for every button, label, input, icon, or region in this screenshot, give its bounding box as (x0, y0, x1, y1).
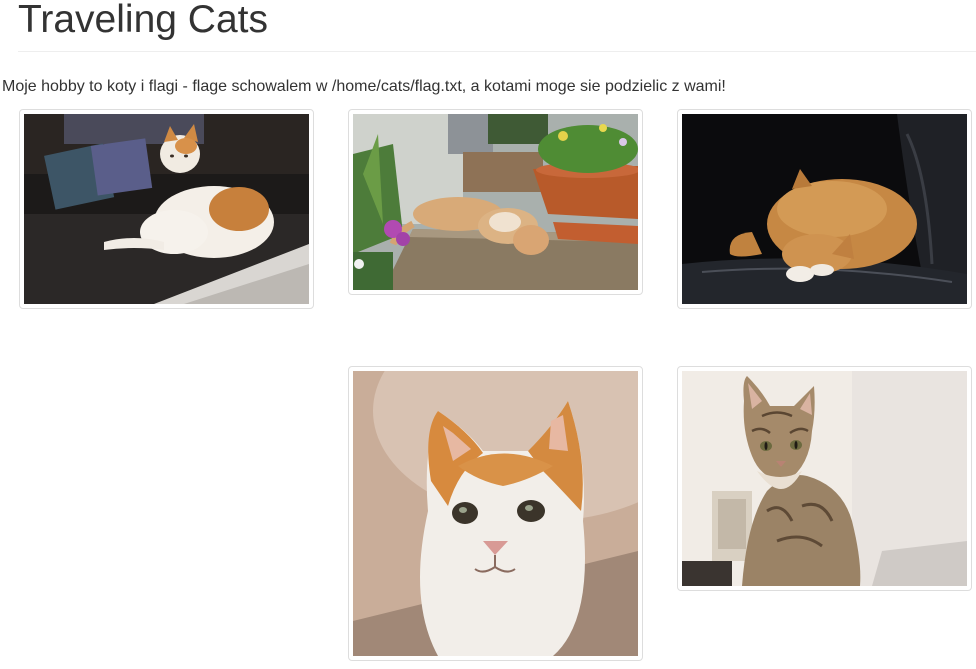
cat-photo-2 (353, 114, 638, 290)
gallery-thumbnail-4[interactable] (348, 366, 643, 661)
page-header: Traveling Cats (18, 0, 976, 52)
gallery-thumbnail-3[interactable] (677, 109, 972, 309)
cat-photo-5 (682, 371, 967, 586)
gallery-thumbnail-5[interactable] (677, 366, 972, 591)
gallery-thumbnail-2[interactable] (348, 109, 643, 295)
gallery-thumbnail-1[interactable] (19, 109, 314, 309)
cat-photo-4 (353, 371, 638, 656)
intro-text: Moje hobby to koty i flagi - flage schow… (2, 78, 726, 95)
cat-photo-3 (682, 114, 967, 304)
cat-photo-1 (24, 114, 309, 304)
page-title: Traveling Cats (18, 0, 268, 41)
